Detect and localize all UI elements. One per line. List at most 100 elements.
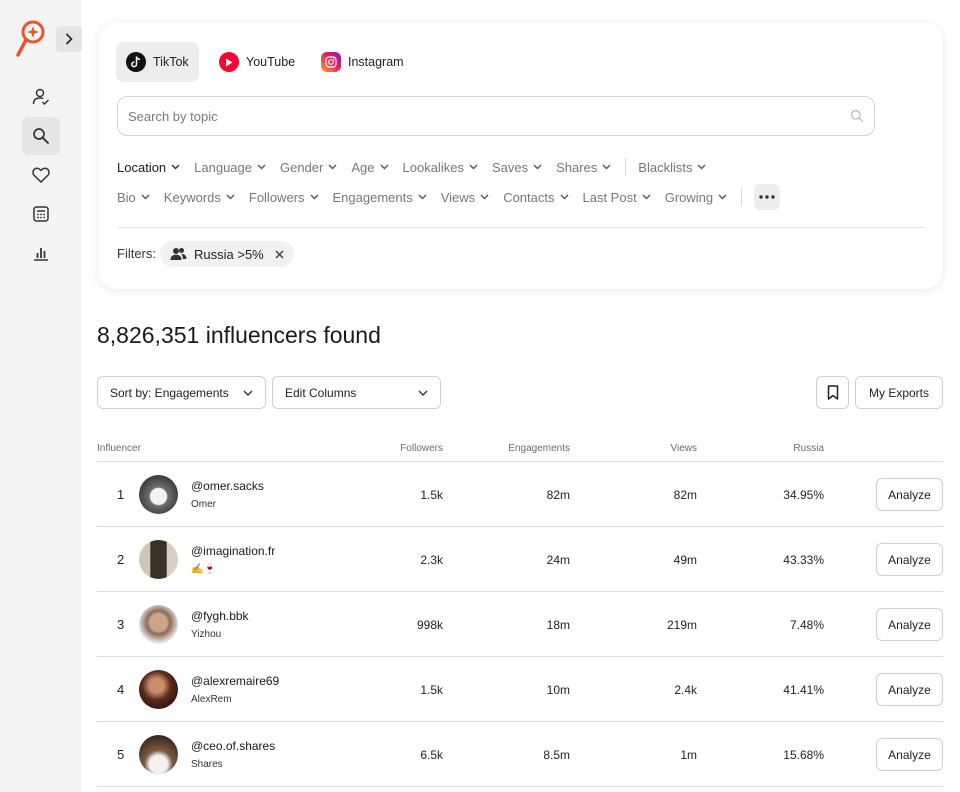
engagements-value: 10m bbox=[546, 683, 570, 697]
divider bbox=[625, 158, 627, 176]
bookmark-button[interactable] bbox=[816, 376, 849, 409]
tab-tiktok-label: TikTok bbox=[153, 55, 189, 69]
avatar[interactable] bbox=[139, 605, 178, 644]
search-input[interactable] bbox=[128, 108, 850, 124]
edit-columns-label: Edit Columns bbox=[285, 385, 357, 400]
filter-engagements[interactable]: Engagements bbox=[333, 190, 427, 205]
avatar[interactable] bbox=[139, 735, 178, 774]
column-header-followers[interactable]: Followers bbox=[343, 443, 443, 454]
logo-icon[interactable] bbox=[14, 18, 48, 60]
table-row: 4 @alexremaire69 AlexRem 1.5k 10m 2.4k 4… bbox=[97, 657, 943, 722]
filter-age[interactable]: Age bbox=[351, 160, 389, 175]
chevron-down-icon bbox=[418, 194, 427, 200]
engagements-value: 82m bbox=[546, 488, 570, 502]
column-header-location[interactable]: Russia bbox=[724, 443, 824, 454]
table-row: 2 @imagination.fr ✍️🍷 2.3k 24m 49m 43.33… bbox=[97, 527, 943, 592]
followers-value: 6.5k bbox=[420, 748, 443, 762]
filter-location[interactable]: Location bbox=[117, 160, 180, 175]
analyze-button[interactable]: Analyze bbox=[876, 738, 943, 771]
filter-followers[interactable]: Followers bbox=[249, 190, 319, 205]
instagram-icon bbox=[321, 52, 341, 72]
row-rank: 1 bbox=[117, 487, 125, 502]
chevron-down-icon bbox=[533, 164, 542, 170]
chevron-down-icon bbox=[718, 194, 727, 200]
users-icon bbox=[170, 248, 187, 260]
column-header-engagements[interactable]: Engagements bbox=[470, 443, 570, 454]
search-box bbox=[117, 96, 875, 136]
filter-bio[interactable]: Bio bbox=[117, 190, 150, 205]
filter-label: Contacts bbox=[503, 189, 555, 205]
filter-last-post[interactable]: Last Post bbox=[583, 190, 651, 205]
more-filters-button[interactable] bbox=[754, 184, 781, 210]
filter-label: Location bbox=[117, 159, 167, 175]
column-header-views[interactable]: Views bbox=[597, 443, 698, 454]
filter-keywords[interactable]: Keywords bbox=[164, 190, 235, 205]
close-icon[interactable] bbox=[275, 249, 284, 259]
expand-sidebar-button[interactable] bbox=[56, 26, 82, 52]
nav-item-search[interactable] bbox=[22, 117, 60, 155]
avatar[interactable] bbox=[139, 540, 178, 579]
sort-dropdown-label: Sort by: Engagements bbox=[110, 385, 229, 400]
my-exports-button[interactable]: My Exports bbox=[855, 376, 943, 409]
filter-label: Blacklists bbox=[638, 159, 693, 175]
tab-instagram[interactable]: Instagram bbox=[311, 42, 414, 82]
column-header-influencer[interactable]: Influencer bbox=[97, 443, 141, 454]
followers-value: 998k bbox=[416, 618, 443, 632]
filter-label: Gender bbox=[280, 159, 324, 175]
analyze-button[interactable]: Analyze bbox=[876, 608, 943, 641]
analyze-button[interactable]: Analyze bbox=[876, 478, 943, 511]
tab-youtube[interactable]: YouTube bbox=[209, 42, 305, 82]
filter-language[interactable]: Language bbox=[194, 160, 266, 175]
chevron-down-icon bbox=[560, 194, 568, 200]
row-rank: 5 bbox=[117, 747, 125, 762]
filter-views[interactable]: Views bbox=[441, 190, 489, 205]
filter-lookalikes[interactable]: Lookalikes bbox=[403, 160, 478, 175]
chevron-down-icon bbox=[642, 194, 651, 200]
influencer-handle[interactable]: @omer.sacks bbox=[191, 479, 264, 493]
filter-label: Bio bbox=[117, 189, 136, 205]
filter-panel: TikTok YouTube Instagram Location Langua… bbox=[98, 22, 943, 289]
nav-item-profile[interactable] bbox=[22, 78, 60, 116]
tiktok-icon bbox=[126, 52, 146, 72]
engagements-value: 24m bbox=[546, 553, 570, 567]
sort-dropdown[interactable]: Sort by: Engagements bbox=[97, 376, 266, 409]
views-value: 1m bbox=[680, 748, 697, 762]
filter-blacklists[interactable]: Blacklists bbox=[638, 160, 706, 175]
chevron-down-icon bbox=[328, 164, 337, 170]
followers-value: 1.5k bbox=[420, 683, 443, 697]
bookmark-icon bbox=[827, 385, 838, 400]
filter-saves[interactable]: Saves bbox=[492, 160, 542, 175]
analyze-button[interactable]: Analyze bbox=[876, 543, 943, 576]
table-row: 1 @omer.sacks Omer 1.5k 82m 82m 34.95% A… bbox=[97, 462, 943, 527]
divider bbox=[117, 227, 924, 228]
influencer-handle[interactable]: @fygh.bbk bbox=[191, 609, 249, 623]
engagements-value: 8.5m bbox=[543, 748, 570, 762]
chevron-down-icon bbox=[418, 390, 428, 396]
tab-tiktok[interactable]: TikTok bbox=[116, 42, 199, 82]
bar-chart-icon bbox=[34, 248, 48, 261]
filters-label: Filters: bbox=[117, 246, 156, 261]
filter-label: Lookalikes bbox=[402, 159, 464, 175]
filter-label: Engagements bbox=[332, 189, 413, 205]
filter-gender[interactable]: Gender bbox=[280, 160, 337, 175]
filter-contacts[interactable]: Contacts bbox=[503, 190, 568, 205]
chevron-down-icon bbox=[171, 164, 180, 170]
nav-item-calculator[interactable] bbox=[22, 195, 60, 233]
influencer-name: Shares bbox=[191, 759, 223, 770]
search-icon[interactable] bbox=[850, 109, 864, 123]
influencer-handle[interactable]: @ceo.of.shares bbox=[191, 739, 275, 753]
avatar[interactable] bbox=[139, 475, 178, 514]
filter-chip-label: Russia >5% bbox=[194, 246, 264, 262]
row-rank: 3 bbox=[117, 617, 125, 632]
analyze-button[interactable]: Analyze bbox=[876, 673, 943, 706]
nav-item-favorites[interactable] bbox=[22, 156, 60, 194]
chevron-down-icon bbox=[697, 164, 706, 170]
influencer-handle[interactable]: @alexremaire69 bbox=[191, 674, 279, 688]
influencer-handle[interactable]: @imagination.fr bbox=[191, 544, 275, 558]
filter-shares[interactable]: Shares bbox=[556, 160, 611, 175]
filter-growing[interactable]: Growing bbox=[665, 190, 727, 205]
location-percent-value: 34.95% bbox=[783, 488, 824, 502]
nav-item-analytics[interactable] bbox=[22, 234, 60, 272]
edit-columns-dropdown[interactable]: Edit Columns bbox=[272, 376, 441, 409]
avatar[interactable] bbox=[139, 670, 178, 709]
